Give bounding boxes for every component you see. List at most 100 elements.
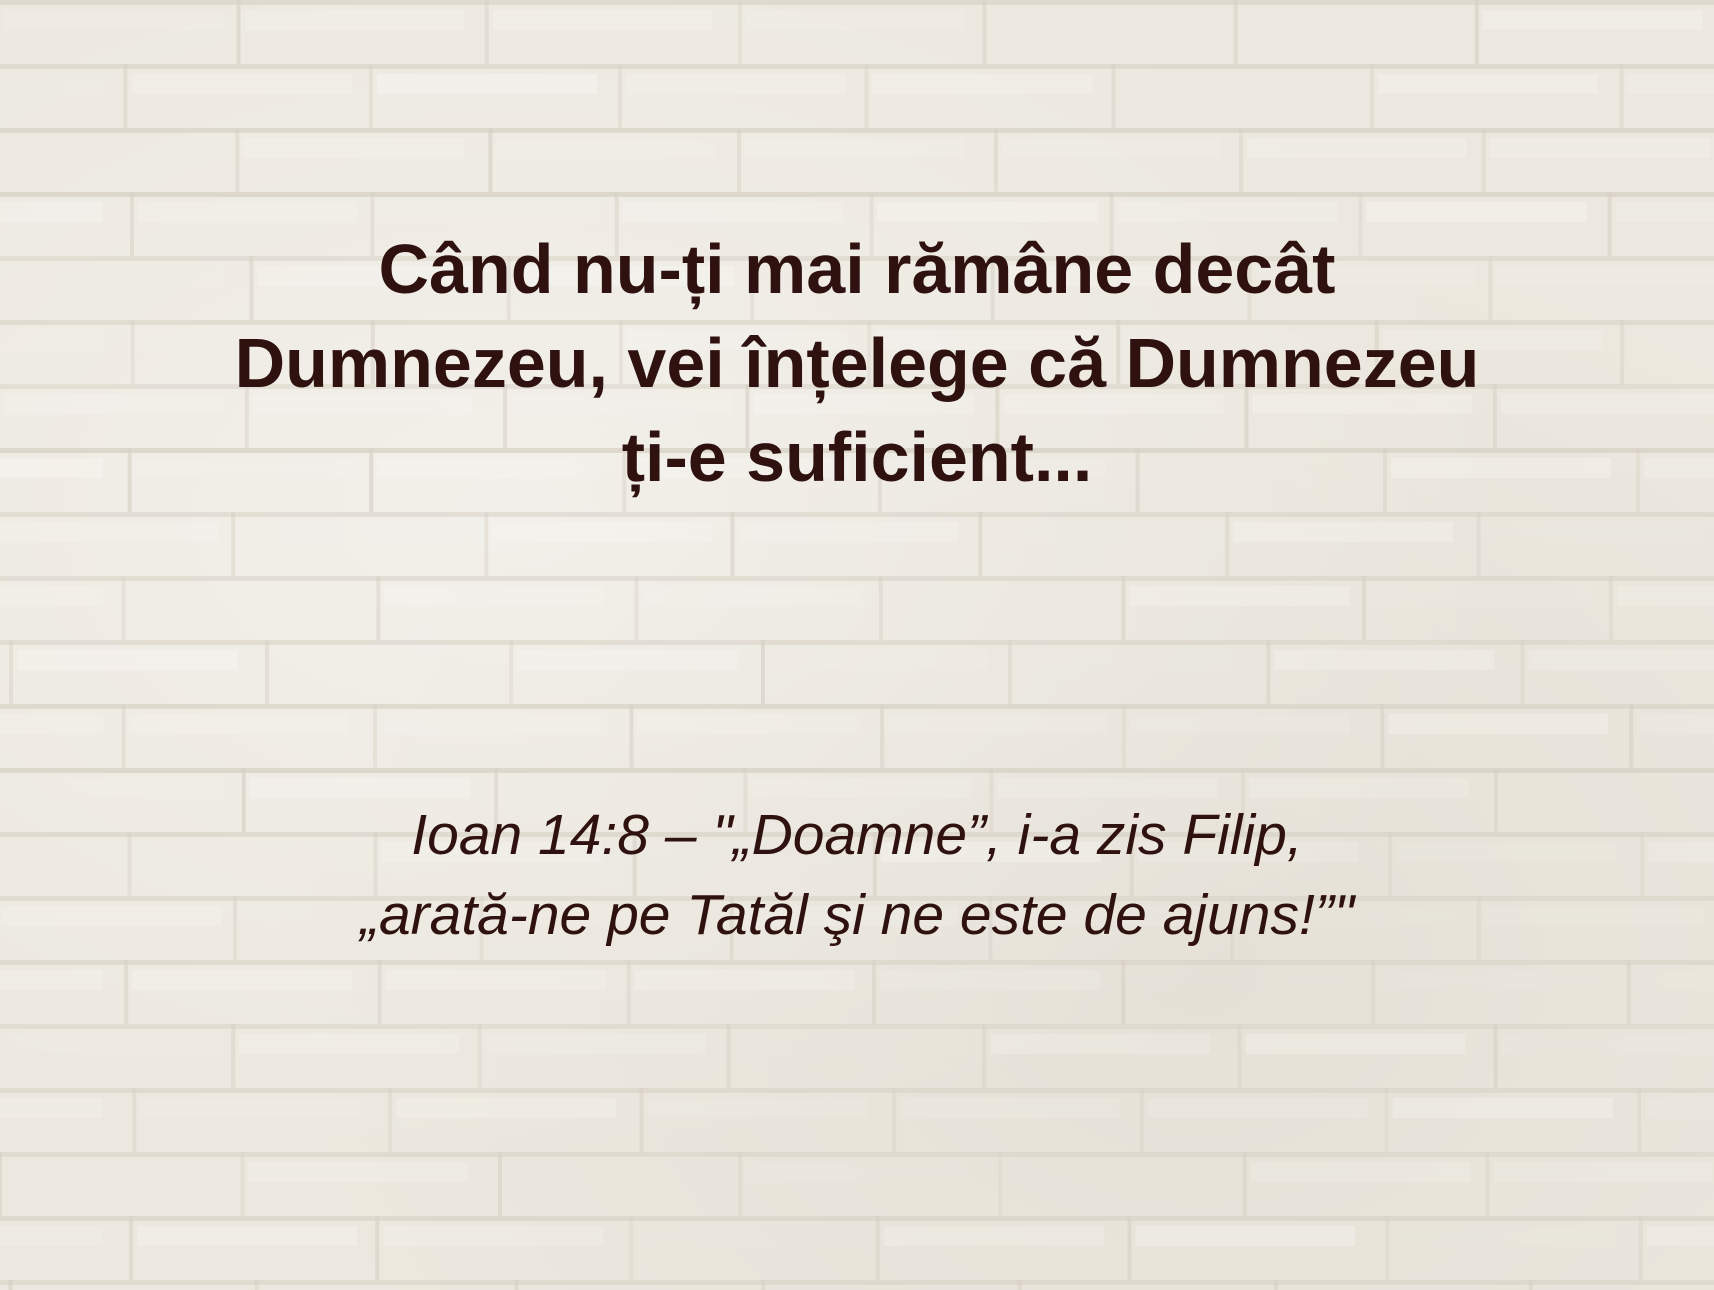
mortar-joint bbox=[1237, 1024, 1242, 1088]
brick-highlight bbox=[625, 74, 846, 94]
brick-highlight bbox=[385, 970, 606, 990]
brick-highlight bbox=[131, 74, 352, 94]
mortar-joint bbox=[737, 0, 742, 64]
mortar-joint bbox=[1121, 704, 1126, 768]
mortar-joint bbox=[1384, 1088, 1389, 1152]
mortar-line bbox=[0, 768, 1714, 773]
mortar-joint bbox=[738, 1152, 743, 1216]
brick-highlight bbox=[1615, 202, 1714, 222]
mortar-line bbox=[0, 64, 1714, 69]
brick-highlight bbox=[986, 522, 1207, 542]
mortar-joint bbox=[375, 1216, 380, 1280]
brick-highlight bbox=[1484, 522, 1705, 542]
brick-highlight bbox=[0, 714, 103, 734]
mortar-joint bbox=[998, 1152, 1003, 1216]
brick-highlight bbox=[745, 138, 966, 158]
mortar-joint bbox=[978, 512, 983, 576]
brick-highlight bbox=[1648, 842, 1714, 862]
brick-highlight bbox=[647, 1098, 868, 1118]
mortar-joint bbox=[498, 1152, 502, 1216]
brick-highlight bbox=[517, 650, 738, 670]
mortar-joint bbox=[1619, 64, 1624, 128]
mortar-joint bbox=[373, 704, 377, 768]
brick-highlight bbox=[1493, 1162, 1714, 1182]
brick-highlight bbox=[137, 202, 358, 222]
brick-highlight bbox=[1233, 522, 1454, 542]
mortar-joint bbox=[235, 128, 240, 192]
brick-highlight bbox=[492, 10, 713, 30]
brick-highlight bbox=[888, 714, 1109, 734]
mortar-joint bbox=[9, 640, 13, 704]
mortar-joint bbox=[1127, 1216, 1132, 1280]
mortar-joint bbox=[1485, 1152, 1490, 1216]
brick-highlight bbox=[384, 586, 605, 606]
brick-highlight bbox=[1135, 1226, 1356, 1246]
brick-texture-icon bbox=[0, 0, 1714, 1290]
mortar-joint bbox=[1629, 704, 1634, 768]
brick-highlight bbox=[1247, 138, 1468, 158]
brick-highlight bbox=[0, 970, 103, 990]
main-quote: Când nu-ți mai rămâne decât Dumnezeu, ve… bbox=[234, 230, 1480, 496]
mortar-line bbox=[0, 576, 1714, 581]
brick-highlight bbox=[0, 522, 219, 542]
brick-highlight bbox=[1528, 650, 1714, 670]
brick-highlight bbox=[132, 970, 353, 990]
mortar-line bbox=[0, 1152, 1714, 1157]
mortar-joint bbox=[123, 64, 128, 128]
brick-highlight bbox=[887, 586, 1107, 606]
mortar-joint bbox=[639, 1088, 644, 1152]
brick-highlight bbox=[1147, 1098, 1368, 1118]
mortar-joint bbox=[1242, 1152, 1247, 1216]
mortar-joint bbox=[1111, 64, 1116, 128]
mortar-joint bbox=[1528, 1280, 1533, 1290]
mortar-joint bbox=[124, 960, 129, 1024]
brick-highlight bbox=[1129, 970, 1349, 990]
mortar-joint bbox=[240, 1152, 245, 1216]
brick-highlight bbox=[378, 202, 599, 222]
brick-highlight bbox=[1006, 1162, 1226, 1182]
mortar-joint bbox=[132, 1088, 137, 1152]
brick-highlight bbox=[492, 522, 713, 542]
mortar-joint bbox=[982, 0, 987, 64]
brick-highlight bbox=[1501, 1034, 1714, 1054]
brick-highlight bbox=[485, 1034, 706, 1054]
mortar-joint bbox=[236, 0, 241, 64]
brick-highlight bbox=[1274, 650, 1495, 670]
bible-verse: Ioan 14:8 – "„Doamne”, i-a zis Filip, „a… bbox=[359, 803, 1355, 947]
mortar-joint bbox=[982, 1024, 987, 1088]
brick-highlight bbox=[248, 1162, 469, 1182]
mortar-line bbox=[0, 192, 1714, 197]
mortar-joint bbox=[0, 1152, 2, 1216]
brick-highlight bbox=[1393, 1226, 1614, 1246]
brick-highlight bbox=[769, 650, 989, 670]
mortar-joint bbox=[872, 960, 876, 1024]
brick-highlight bbox=[381, 714, 601, 734]
brick-highlight bbox=[1016, 650, 1236, 670]
brick-highlight bbox=[0, 74, 103, 94]
mortar-joint bbox=[509, 640, 514, 704]
brick-highlight bbox=[990, 1034, 1211, 1054]
brick-highlight bbox=[377, 74, 597, 94]
brick-highlight bbox=[1637, 714, 1714, 734]
mortar-joint bbox=[880, 704, 885, 768]
brick-highlight bbox=[872, 74, 1093, 94]
mortar-joint bbox=[626, 960, 631, 1024]
brick-highlight bbox=[990, 10, 1211, 30]
mortar-joint bbox=[231, 512, 236, 576]
brick-highlight bbox=[634, 970, 855, 990]
brick-highlight bbox=[1616, 586, 1714, 606]
mortar-line bbox=[0, 1088, 1714, 1093]
mortar-joint bbox=[1121, 576, 1126, 640]
brick-wall-background bbox=[0, 0, 1714, 1290]
brick-highlight bbox=[239, 1034, 460, 1054]
mortar-joint bbox=[1266, 640, 1271, 704]
mortar-joint bbox=[484, 0, 489, 64]
mortar-joint bbox=[1493, 1024, 1498, 1088]
brick-highlight bbox=[1370, 586, 1590, 606]
brick-highlight bbox=[1489, 138, 1710, 158]
brick-highlight bbox=[383, 1226, 604, 1246]
brick-highlight bbox=[273, 650, 493, 670]
mortar-joint bbox=[477, 1024, 482, 1088]
brick-highlight bbox=[396, 1098, 617, 1118]
mortar-joint bbox=[1008, 640, 1012, 704]
